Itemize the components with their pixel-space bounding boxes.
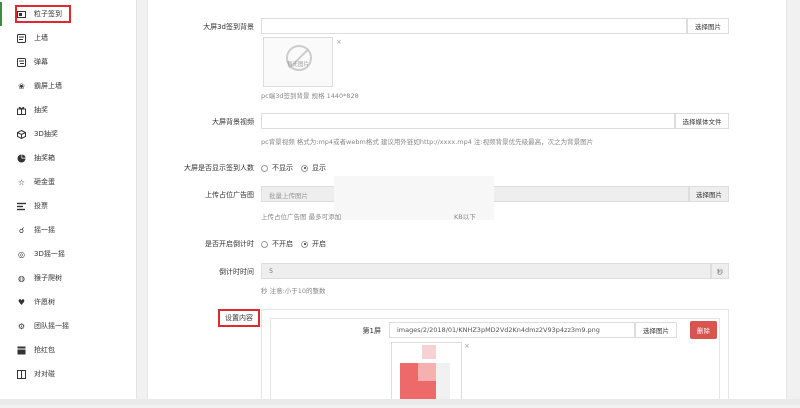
bg3d-input[interactable] <box>261 18 687 34</box>
sidebar-item-label: 3D抽奖 <box>34 130 58 138</box>
screen-image-preview <box>400 345 450 399</box>
ad-select-image-button[interactable]: 选择图片 <box>689 186 729 202</box>
screen-label: 第1屏 <box>362 327 381 335</box>
countdown-off-radio[interactable]: 不开启 <box>261 239 293 249</box>
pie-icon <box>17 154 26 163</box>
bg3d-remove-icon[interactable]: × <box>336 38 342 46</box>
sidebar-item-lottery-box[interactable]: 抽奖箱 <box>0 146 137 170</box>
sidebar-item-label: 摇一摇 <box>34 226 55 234</box>
scrollbar[interactable] <box>789 0 800 405</box>
countdown-input[interactable]: 5 <box>261 263 711 279</box>
sidebar-item-label: 抽奖箱 <box>34 154 55 162</box>
sidebar-item-label: 砸金蛋 <box>34 178 55 186</box>
award-icon: ❀ <box>18 81 25 91</box>
sidebar-item-label: 抢红包 <box>34 346 55 354</box>
screen-image-path-input[interactable]: images/2/2018/01/KNHZ3pMD2Vd2Kn4dmz2V93p… <box>389 322 635 338</box>
highlight-box <box>15 5 71 23</box>
content-label: 设置内容 <box>225 314 253 322</box>
video-input[interactable] <box>261 113 675 129</box>
cube-icon <box>17 129 26 139</box>
ad-label: 上传占位广告图 <box>205 191 254 199</box>
countdown-enable-label: 是否开启倒计时 <box>205 240 254 248</box>
radio-label: 显示 <box>312 164 326 172</box>
sidebar-item-red-packet[interactable]: 抢红包 <box>0 338 137 362</box>
cube-shake-icon: ◎ <box>18 249 25 259</box>
bg3d-label: 大屏3d签到背景 <box>203 23 254 31</box>
sidebar-item-wall[interactable]: 上墙 <box>0 26 137 50</box>
shake-icon: ☌ <box>18 225 25 235</box>
countdown-value: 5 <box>269 267 274 275</box>
screen-select-image-button[interactable]: 选择图片 <box>635 322 677 338</box>
pair-icon <box>17 369 26 379</box>
radio-label: 不显示 <box>272 164 293 172</box>
sidebar-item-label: 投票 <box>34 202 48 210</box>
ad-help-right: KB以下 <box>454 213 476 221</box>
ad-help-left: 上传占位广告图 最多可添加 <box>261 213 342 221</box>
sidebar-item-3d-shake[interactable]: ◎ 3D摇一摇 <box>0 242 137 266</box>
show-count-off-radio[interactable]: 不显示 <box>261 163 293 173</box>
ad-upload-placeholder: 批量上传图片 <box>269 192 308 200</box>
sidebar-item-3d-lottery[interactable]: 3D抽奖 <box>0 122 137 146</box>
sidebar-item-label: 上墙 <box>34 34 48 42</box>
no-image-text: 暂无图片 <box>286 62 309 68</box>
countdown-label: 倒计时时间 <box>219 268 254 276</box>
radio-label: 开启 <box>312 240 326 248</box>
sidebar-item-vote[interactable]: 投票 <box>0 194 137 218</box>
red-packet-icon <box>17 346 26 355</box>
horizontal-scrollbar[interactable] <box>0 399 800 405</box>
sidebar: 粒子签到 上墙 弹幕 ❀ 霸屏上墙 抽奖 3D抽奖 抽奖箱 ☆ 砸金蛋 投票 ☌… <box>0 0 137 405</box>
bg3d-help: pc端3d签到背景 规格 1440*828 <box>261 92 359 100</box>
bg3d-select-image-button[interactable]: 选择图片 <box>687 18 729 34</box>
sidebar-item-monkey[interactable]: ◍ 猴子爬树 <box>0 266 137 290</box>
bullet-chat-icon <box>17 57 26 67</box>
sidebar-item-label: 霸屏上墙 <box>34 82 62 90</box>
countdown-unit: 秒 <box>711 263 729 279</box>
show-count-label: 大屏是否显示签到人数 <box>184 164 254 172</box>
screen-image-remove-icon[interactable]: × <box>464 342 470 350</box>
heart-icon: ♥ <box>17 297 26 307</box>
video-help: pc背景视频 格式为:mp4或者webm格式 建议用外链如http://xxxx… <box>261 138 594 146</box>
sidebar-item-label: 对对碰 <box>34 370 55 378</box>
countdown-help: 秒 注意:小于10的整数 <box>261 287 326 295</box>
sidebar-item-danmaku[interactable]: 弹幕 <box>0 50 137 74</box>
message-icon <box>17 33 26 43</box>
show-count-on-radio[interactable]: 显示 <box>301 163 326 173</box>
sidebar-item-team-shake[interactable]: ⚙ 团队摇一摇 <box>0 314 137 338</box>
sidebar-item-wish-tree[interactable]: ♥ 许愿树 <box>0 290 137 314</box>
radio-circle-checked <box>301 240 308 248</box>
settings-form: 大屏3d签到背景 选择图片 暂无图片 × pc端3d签到背景 规格 1440*8… <box>147 0 787 405</box>
team-icon: ⚙ <box>17 321 26 331</box>
sidebar-item-lottery[interactable]: 抽奖 <box>0 98 137 122</box>
sidebar-item-particle-checkin[interactable]: 粒子签到 <box>0 2 137 26</box>
radio-circle-checked <box>301 164 308 172</box>
monkey-icon: ◍ <box>18 273 25 283</box>
sidebar-item-label: 抽奖 <box>34 106 48 114</box>
sidebar-item-label: 猴子爬树 <box>34 274 62 282</box>
video-select-media-button[interactable]: 选择媒体文件 <box>675 113 729 129</box>
sidebar-item-label: 弹幕 <box>34 58 48 66</box>
screen-image-path: images/2/2018/01/KNHZ3pMD2Vd2Kn4dmz2V93p… <box>397 326 600 334</box>
star-icon: ☆ <box>17 177 26 187</box>
sidebar-item-label: 团队摇一摇 <box>34 322 69 330</box>
bg3d-thumbnail: 暂无图片 <box>263 37 333 87</box>
sidebar-item-bapin[interactable]: ❀ 霸屏上墙 <box>0 74 137 98</box>
gift-icon <box>17 106 26 115</box>
list-icon <box>17 202 26 211</box>
video-label: 大屏背景视频 <box>212 118 254 126</box>
radio-circle <box>261 164 268 172</box>
sidebar-item-pair[interactable]: 对对碰 <box>0 362 137 386</box>
countdown-on-radio[interactable]: 开启 <box>301 239 326 249</box>
sidebar-item-label: 3D摇一摇 <box>34 250 65 258</box>
sidebar-item-golden-egg[interactable]: ☆ 砸金蛋 <box>0 170 137 194</box>
screen-delete-button[interactable]: 删除 <box>690 321 717 339</box>
sidebar-item-label: 许愿树 <box>34 298 55 306</box>
radio-label: 不开启 <box>272 240 293 248</box>
sidebar-item-shake[interactable]: ☌ 摇一摇 <box>0 218 137 242</box>
radio-circle <box>261 240 268 248</box>
screen-image-thumbnail <box>391 342 462 405</box>
